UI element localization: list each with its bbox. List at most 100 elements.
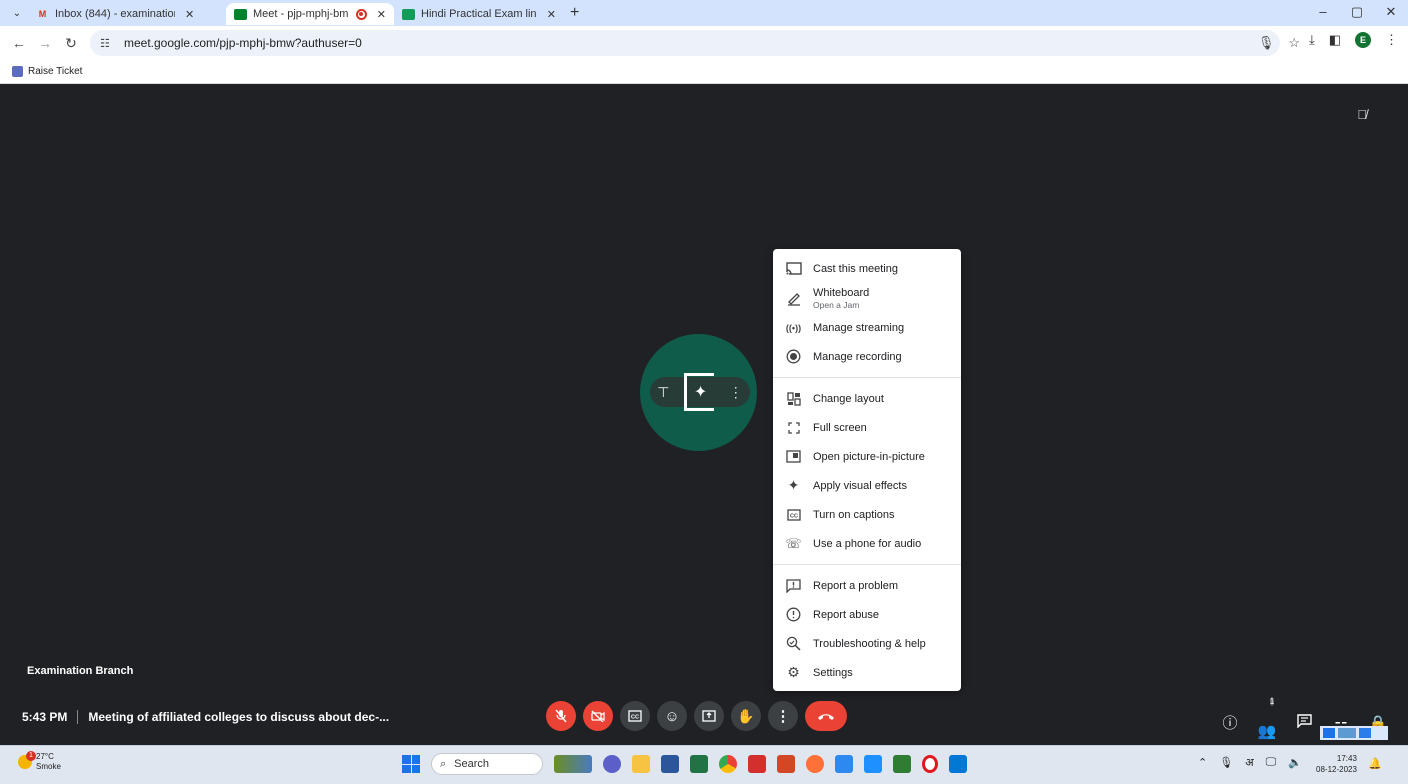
people-icon[interactable]: 1👥 (1256, 697, 1278, 740)
menu-item-report-problem[interactable]: Report a problem (773, 571, 961, 600)
menu-item-report-abuse[interactable]: Report abuse (773, 600, 961, 629)
chrome-icon[interactable] (719, 755, 737, 773)
emoji-reaction-button[interactable]: ☺ (657, 701, 687, 731)
network-icon[interactable]: 🖵 (1266, 756, 1277, 769)
menu-item-settings[interactable]: ⚙ Settings (773, 658, 961, 687)
tab-search-chevron-icon[interactable]: ⌄ (6, 4, 28, 22)
meeting-details: 5:43 PM Meeting of affiliated colleges t… (22, 710, 389, 724)
weather-badge: 1 (26, 751, 36, 761)
pen-icon (785, 290, 802, 307)
taskbar-search[interactable]: ⌕ Search (431, 753, 543, 775)
paint-icon[interactable] (864, 755, 882, 773)
firefox-icon[interactable] (806, 755, 824, 773)
download-icon[interactable]: ⤓ (1309, 32, 1315, 48)
language-indicator[interactable]: अ (1245, 755, 1253, 770)
weather-sun-icon: 1 (18, 751, 36, 769)
widgets-app-icon[interactable] (554, 755, 592, 773)
windows-start-icon[interactable] (402, 755, 420, 773)
forward-icon[interactable]: → (32, 35, 58, 51)
more-options-menu: Cast this meeting Whiteboard Open a Jam … (773, 249, 961, 691)
menu-item-visual-effects[interactable]: ✦ Apply visual effects (773, 471, 961, 500)
menu-item-full-screen[interactable]: Full screen (773, 413, 961, 442)
menu-item-whiteboard[interactable]: Whiteboard Open a Jam (773, 283, 961, 313)
weather-widget[interactable]: 1 27°C Smoke (18, 751, 61, 772)
acrobat-icon[interactable] (748, 755, 766, 773)
back-icon[interactable]: ← (6, 35, 32, 51)
menu-item-label: Cast this meeting (813, 262, 898, 275)
site-info-icon[interactable]: ☷ (100, 37, 116, 50)
menu-item-label: Whiteboard (813, 286, 870, 299)
meeting-info-icon[interactable]: ⓘ (1219, 712, 1241, 733)
menu-item-text: Whiteboard Open a Jam (813, 287, 869, 310)
menu-item-pip[interactable]: Open picture-in-picture (773, 442, 961, 471)
volume-icon[interactable]: 🔈 (1288, 756, 1302, 769)
tab-title: Meet - pjp-mphj-bmw (253, 8, 349, 20)
menu-item-label: Apply visual effects (813, 479, 907, 492)
restore-icon[interactable]: ▢ (1340, 0, 1374, 26)
tab-sheets[interactable]: Hindi Practical Exam link Dec-2 ✕ (394, 3, 564, 25)
pin-icon[interactable]: ⊤ (657, 384, 669, 401)
file-explorer-icon[interactable] (632, 755, 650, 773)
present-screen-button[interactable] (694, 701, 724, 731)
app-icon[interactable] (893, 755, 911, 773)
more-menu-icon[interactable]: ⋮ (1385, 32, 1398, 48)
menu-item-recording[interactable]: Manage recording (773, 342, 961, 371)
menu-item-phone-audio[interactable]: ☏ Use a phone for audio (773, 529, 961, 558)
taskbar-clock[interactable]: 17:43 08-12-2023 (1316, 753, 1357, 775)
temperature: 27°C (36, 752, 54, 761)
tray-mic-icon[interactable]: 🎙 (1219, 756, 1233, 769)
menu-item-cast[interactable]: Cast this meeting (773, 254, 961, 283)
visual-effects-icon[interactable]: ✦ (684, 373, 715, 411)
tab-close-icon[interactable]: ✕ (185, 8, 194, 21)
reload-icon[interactable]: ↻ (58, 35, 84, 52)
mic-icon[interactable]: 🎙 (1258, 35, 1275, 51)
excel-icon[interactable] (690, 755, 708, 773)
camera-off-button[interactable] (583, 701, 613, 731)
tab-close-icon[interactable]: ✕ (547, 8, 556, 21)
chat-app-icon[interactable] (603, 755, 621, 773)
form-icon (12, 66, 23, 77)
bookmark-star-icon[interactable]: ☆ (1288, 35, 1300, 51)
chat-icon[interactable] (1293, 713, 1315, 732)
windows-taskbar: 1 27°C Smoke ⌕ Search ⌃ 🎙 अ 🖵 🔈 17:43 08… (0, 745, 1408, 784)
menu-item-sublabel: Open a Jam (813, 299, 860, 310)
word-icon[interactable] (661, 755, 679, 773)
end-call-button[interactable] (805, 701, 847, 731)
ime-settings-icon (1359, 728, 1371, 738)
notepad-icon[interactable] (835, 755, 853, 773)
new-tab-icon[interactable]: + (570, 4, 579, 22)
powerpoint-icon[interactable] (777, 755, 795, 773)
mic-off-button[interactable] (546, 701, 576, 731)
opera-icon[interactable] (922, 755, 938, 773)
close-window-icon[interactable]: ✕ (1374, 0, 1408, 26)
menu-item-streaming[interactable]: ((•)) Manage streaming (773, 313, 961, 342)
address-bar[interactable]: ☷ meet.google.com/pjp-mphj-bmw?authuser=… (90, 30, 1280, 56)
tab-title: Inbox (844) - examinationbranc (55, 8, 175, 20)
menu-item-troubleshooting[interactable]: Troubleshooting & help (773, 629, 961, 658)
participants-count-badge: 1 (1269, 697, 1275, 706)
weather-text: 27°C Smoke (36, 752, 61, 772)
ime-toolbar[interactable] (1320, 726, 1388, 740)
tab-meet[interactable]: Meet - pjp-mphj-bmw ✕ (226, 3, 394, 25)
profile-avatar[interactable]: E (1355, 32, 1371, 48)
meet-icon (234, 8, 247, 20)
minimize-icon[interactable]: – (1306, 0, 1340, 26)
menu-item-label: Report abuse (813, 608, 880, 621)
tab-close-icon[interactable]: ✕ (377, 8, 386, 21)
layout-icon (785, 390, 802, 407)
more-options-button[interactable]: ⋮ (768, 701, 798, 731)
bookmark-raise-ticket[interactable]: Raise Ticket (28, 66, 82, 77)
menu-item-change-layout[interactable]: Change layout (773, 384, 961, 413)
side-panel-icon[interactable]: ◧ (1329, 32, 1341, 48)
outlook-icon[interactable] (949, 755, 967, 773)
tile-more-icon[interactable]: ⋮ (729, 384, 743, 401)
clock-time: 17:43 (1336, 754, 1357, 763)
raise-hand-button[interactable]: ✋ (731, 701, 761, 731)
menu-item-label: Change layout (813, 392, 884, 405)
captions-icon: CC (785, 506, 802, 523)
tray-overflow-icon[interactable]: ⌃ (1198, 756, 1207, 769)
menu-item-captions[interactable]: CC Turn on captions (773, 500, 961, 529)
notification-bell-icon[interactable]: 🔔 (1368, 757, 1382, 770)
captions-button[interactable]: CC (620, 701, 650, 731)
tab-gmail[interactable]: M Inbox (844) - examinationbranc ✕ (28, 3, 226, 25)
